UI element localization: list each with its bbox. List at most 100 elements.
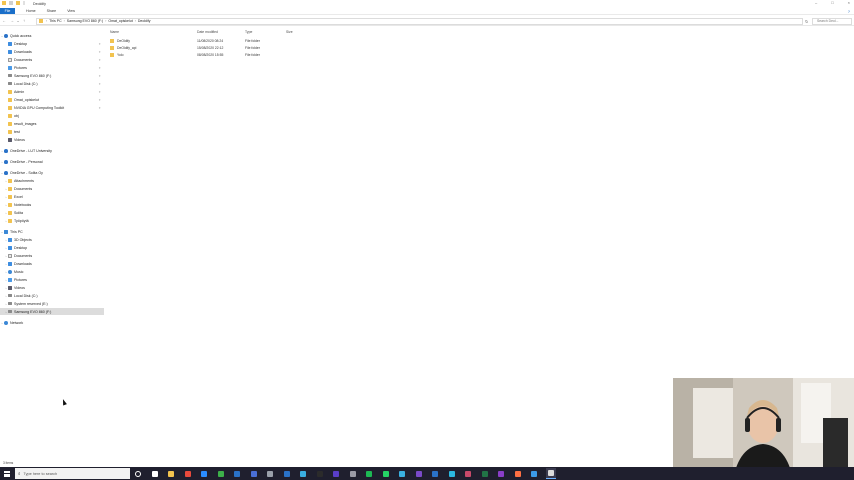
nav-item-attachments[interactable]: › Attachments <box>0 177 104 184</box>
nav-item-tyopoyta[interactable]: › Työpöytä <box>0 217 104 224</box>
taskbar-app-icon[interactable] <box>133 468 144 479</box>
taskbar-app-icon[interactable] <box>545 468 556 479</box>
nav-item-excel[interactable]: › Excel <box>0 193 104 200</box>
forward-arrow-icon[interactable]: → <box>8 18 16 23</box>
column-header-date[interactable]: Date modified <box>197 30 218 34</box>
taskbar-app-icon[interactable] <box>480 468 491 479</box>
taskbar-app-icon[interactable] <box>298 468 309 479</box>
column-header-name[interactable]: Name <box>110 30 119 34</box>
taskbar-search-input[interactable]: ⌕ Type here to search <box>15 468 130 479</box>
column-header-size[interactable]: Size <box>286 30 293 34</box>
nav-item-samsung-evo-selected[interactable]: › Samsung EVO 860 (F:) <box>0 308 104 315</box>
nav-item-system-reserved[interactable]: › System reserved (E:) <box>0 300 104 307</box>
nav-item-documents[interactable]: Documents ✦ <box>0 56 104 63</box>
pin-icon: ✦ <box>98 49 101 54</box>
navigation-pane: ⌄ Quick access Desktop ✦ Downloads ✦ Doc… <box>0 30 104 460</box>
nav-onedrive-solita[interactable]: ⌄ OneDrive - Solita Oy <box>0 169 104 176</box>
taskbar-app-icon[interactable] <box>447 468 458 479</box>
taskbar-app-icon[interactable] <box>166 468 177 479</box>
taskbar-app-icon[interactable] <box>232 468 243 479</box>
new-folder-icon[interactable] <box>16 1 20 5</box>
taskbar-app-icon[interactable] <box>463 468 474 479</box>
refresh-icon[interactable]: ↻ <box>805 19 808 24</box>
file-row[interactable]: Yolo 08/08/2020 15:55 File folder <box>110 52 410 58</box>
nav-item-notebooks[interactable]: › Notebooks <box>0 201 104 208</box>
ribbon-tabs: File Home Share View ? <box>0 8 854 15</box>
nav-item-3d-objects[interactable]: › 3D Objects <box>0 236 104 243</box>
windows-icon <box>4 470 10 477</box>
taskbar-app-icon[interactable] <box>529 468 540 479</box>
nav-item-videos[interactable]: Videos <box>0 136 104 143</box>
nav-item-pc-videos[interactable]: › Videos <box>0 284 104 291</box>
nav-label: Documents <box>14 186 33 191</box>
nav-item-local-disk[interactable]: Local Disk (C:) ✦ <box>0 80 104 87</box>
column-header-type[interactable]: Type <box>245 30 252 34</box>
tab-home[interactable]: Home <box>26 9 36 13</box>
nav-item-solita[interactable]: › Solita <box>0 209 104 216</box>
taskbar-app-icon[interactable] <box>265 468 276 479</box>
nav-item-admin[interactable]: Admin ✦ <box>0 88 104 95</box>
window-title: Deoldify <box>33 1 46 6</box>
file-date: 11/08/2020 08:24 <box>197 39 224 43</box>
breadcrumb-deoldify[interactable]: Deoldify <box>138 19 151 23</box>
taskbar-app-icon[interactable] <box>183 468 194 479</box>
taskbar-app-icon[interactable] <box>315 468 326 479</box>
taskbar-app-icon[interactable] <box>216 468 227 479</box>
nav-item-pc-pictures[interactable]: › Pictures <box>0 276 104 283</box>
nav-item-pc-documents[interactable]: › Documents <box>0 252 104 259</box>
address-bar[interactable]: › This PC › Samsung EVO 860 (F:) › Omat_… <box>36 17 803 25</box>
taskbar-app-icon[interactable] <box>348 468 359 479</box>
taskbar-app-icon[interactable] <box>249 468 260 479</box>
taskbar-app-icon[interactable] <box>397 468 408 479</box>
taskbar-app-icon[interactable] <box>513 468 524 479</box>
file-row[interactable]: DeOldify_api 15/08/2020 22:12 File folde… <box>110 45 410 51</box>
tab-file[interactable]: File <box>0 8 15 14</box>
search-icon: ⌕ <box>18 471 21 476</box>
nav-quick-access[interactable]: ⌄ Quick access <box>0 32 104 39</box>
nav-item-pictures[interactable]: Pictures ✦ <box>0 64 104 71</box>
nav-item-nvidia-toolkit[interactable]: NVIDIA GPU Computing Toolkit ✦ <box>0 104 104 111</box>
tab-view[interactable]: View <box>67 9 75 13</box>
nav-item-music[interactable]: › Music <box>0 268 104 275</box>
minimize-button[interactable]: – <box>815 1 817 5</box>
nav-item-pc-local-disk[interactable]: › Local Disk (C:) <box>0 292 104 299</box>
breadcrumb-omat-opiskelut[interactable]: Omat_opiskelut <box>108 19 132 23</box>
help-icon[interactable]: ? <box>848 9 850 14</box>
nav-item-desktop[interactable]: Desktop ✦ <box>0 40 104 47</box>
properties-icon[interactable] <box>9 1 13 5</box>
nav-item-solita-documents[interactable]: › Documents <box>0 185 104 192</box>
nav-item-samsung-drive[interactable]: Samsung EVO 860 (F:) ✦ <box>0 72 104 79</box>
nav-item-result-images[interactable]: result_images <box>0 120 104 127</box>
taskbar-app-icon[interactable] <box>364 468 375 479</box>
nav-onedrive-lut[interactable]: › OneDrive - LUT University <box>0 147 104 154</box>
search-input[interactable]: Search Deol... <box>812 17 852 25</box>
nav-this-pc[interactable]: ⌄ This PC <box>0 228 104 235</box>
nav-network[interactable]: › Network <box>0 319 104 326</box>
taskbar-app-icon[interactable] <box>496 468 507 479</box>
back-arrow-icon[interactable]: ← <box>0 18 8 23</box>
file-row[interactable]: DeOldify 11/08/2020 08:24 File folder <box>110 38 410 44</box>
taskbar-app-icon[interactable] <box>150 468 161 479</box>
tab-share[interactable]: Share <box>47 9 57 13</box>
close-button[interactable]: × <box>848 1 850 5</box>
taskbar-app-icon[interactable] <box>331 468 342 479</box>
nav-onedrive-personal[interactable]: › OneDrive - Personal <box>0 158 104 165</box>
breadcrumb-separator-icon: › <box>105 19 107 23</box>
start-button[interactable] <box>0 467 14 480</box>
taskbar-app-icon[interactable] <box>414 468 425 479</box>
up-arrow-icon[interactable]: ↑ <box>20 18 28 23</box>
nav-item-test[interactable]: test <box>0 128 104 135</box>
taskbar-app-icon[interactable] <box>282 468 293 479</box>
nav-item-pc-desktop[interactable]: › Desktop <box>0 244 104 251</box>
breadcrumb-samsung-drive[interactable]: Samsung EVO 860 (F:) <box>67 19 103 23</box>
dropdown-icon[interactable] <box>23 1 25 5</box>
taskbar-app-icon[interactable] <box>381 468 392 479</box>
nav-item-pc-downloads[interactable]: › Downloads <box>0 260 104 267</box>
breadcrumb-this-pc[interactable]: This PC <box>49 19 61 23</box>
taskbar-app-icon[interactable] <box>199 468 210 479</box>
taskbar-app-icon[interactable] <box>430 468 441 479</box>
nav-item-obj[interactable]: obj <box>0 112 104 119</box>
nav-item-downloads[interactable]: Downloads ✦ <box>0 48 104 55</box>
nav-item-omat-opiskelut[interactable]: Omat_opiskelut ✦ <box>0 96 104 103</box>
maximize-button[interactable]: □ <box>831 1 833 5</box>
